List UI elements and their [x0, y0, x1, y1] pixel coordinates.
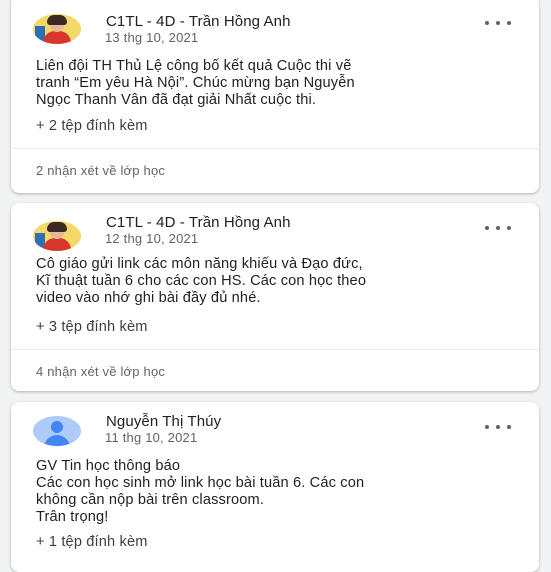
post-body: Liên đội TH Thủ Lệ công bố kết quả Cuộc … [36, 58, 516, 109]
post-body-line: Cô giáo gửi link các môn năng khiếu và Đ… [36, 256, 363, 272]
class-comments-link[interactable]: 2 nhận xét về lớp học [36, 163, 165, 178]
post-author: Nguyễn Thị Thúy [106, 413, 222, 430]
post-date: 13 thg 10, 2021 [105, 30, 199, 45]
attachments-link[interactable]: + 2 tệp đính kèm [36, 118, 148, 134]
divider [11, 349, 539, 350]
post-date: 11 thg 10, 2021 [105, 430, 198, 445]
post-body: GV Tin học thông báo Các con học sinh mở… [36, 458, 516, 526]
post-header: C1TL - 4D - Trần Hồng Anh 13 thg 10, 202… [11, 0, 539, 46]
post-body-line: Các con học sinh mở link học bài tuần 6.… [36, 475, 365, 491]
post-body-line: Trân trọng! [36, 509, 109, 525]
post-card: C1TL - 4D - Trần Hồng Anh 12 thg 10, 202… [11, 203, 539, 391]
more-options-icon[interactable] [485, 223, 511, 233]
divider [11, 148, 539, 149]
more-options-icon[interactable] [485, 422, 511, 432]
post-body-line: GV Tin học thông báo [36, 458, 181, 474]
attachments-link[interactable]: + 1 tệp đính kèm [36, 534, 148, 550]
post-card: Nguyễn Thị Thúy 11 thg 10, 2021 GV Tin h… [11, 402, 539, 572]
attachments-link[interactable]: + 3 tệp đính kèm [36, 319, 148, 335]
user-photo-icon [33, 14, 81, 44]
class-comments-link[interactable]: 4 nhận xét về lớp học [36, 364, 165, 379]
post-body-line: không cần nộp bài trên classroom. [36, 492, 265, 508]
post-body-line: Ngọc Thanh Vân đã đạt giải Nhất cuộc thi… [36, 92, 317, 108]
post-body-line: Kĩ thuật tuần 6 cho các con HS. Các con … [36, 273, 367, 289]
post-body: Cô giáo gửi link các môn năng khiếu và Đ… [36, 256, 516, 307]
post-author: C1TL - 4D - Trần Hồng Anh [106, 214, 291, 231]
post-body-line: tranh “Em yêu Hà Nội”. Chúc mừng bạn Ngu… [36, 75, 355, 91]
default-avatar-icon [33, 416, 81, 446]
user-photo-icon [33, 221, 81, 251]
post-header: C1TL - 4D - Trần Hồng Anh 12 thg 10, 202… [11, 203, 539, 253]
post-author: C1TL - 4D - Trần Hồng Anh [106, 13, 291, 30]
post-date: 12 thg 10, 2021 [105, 231, 199, 246]
post-card: C1TL - 4D - Trần Hồng Anh 13 thg 10, 202… [11, 0, 539, 193]
post-header: Nguyễn Thị Thúy 11 thg 10, 2021 [11, 402, 539, 452]
post-body-line: Liên đội TH Thủ Lệ công bố kết quả Cuộc … [36, 58, 352, 74]
more-options-icon[interactable] [485, 18, 511, 28]
post-body-line: video vào nhớ ghi bài đầy đủ nhé. [36, 290, 261, 306]
